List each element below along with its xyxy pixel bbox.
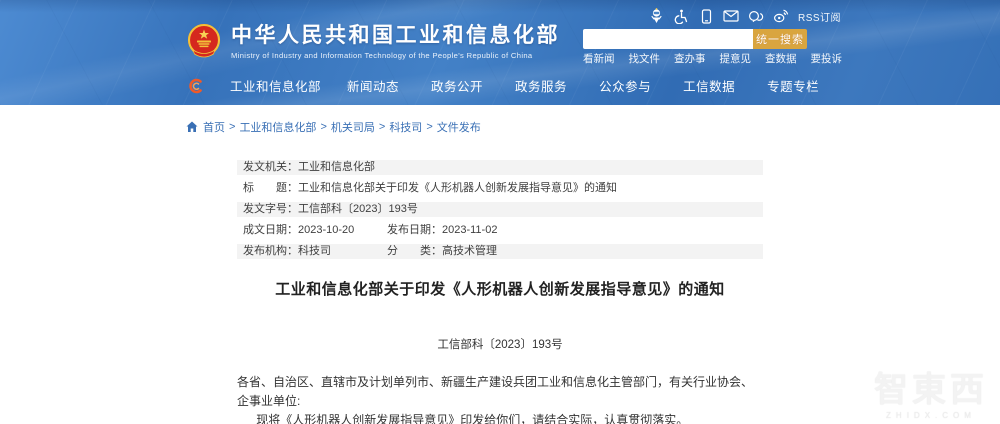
document-paragraph-main: 现将《人形机器人创新发展指导意见》印发给你们，请结合实际，认真贯彻落实。 xyxy=(256,413,689,424)
wechat-icon[interactable] xyxy=(748,8,764,24)
breadcrumb-document-release[interactable]: 文件发布 xyxy=(437,119,481,135)
quick-link-suggestions[interactable]: 提意见 xyxy=(720,51,752,66)
document-body: 各省、自治区、直辖市及计划单列市、新疆生产建设兵团工业和信息化主管部门，有关行业… xyxy=(237,373,763,424)
header-utility-icons: RSS订阅 xyxy=(648,8,841,24)
meta-label: 成文日期： xyxy=(243,224,298,236)
meta-row-issuing-authority: 发文机关：工业和信息化部 xyxy=(237,160,763,175)
meta-col2: 发布日期：2023-11-02 xyxy=(387,223,497,238)
nav-item-special-topics[interactable]: 专题专栏 xyxy=(767,76,819,95)
meta-value: 科技司 xyxy=(298,245,331,257)
meta-label: 分 类： xyxy=(387,245,442,257)
nav-item-public-participation[interactable]: 公众参与 xyxy=(599,76,651,95)
document-title: 工业和信息化部关于印发《人形机器人创新发展指导意见》的通知 xyxy=(275,281,725,298)
nav-item-gov-disclosure[interactable]: 政务公开 xyxy=(431,76,483,95)
site-brand: 中华人民共和国工业和信息化部 Ministry of Industry and … xyxy=(186,23,560,60)
site-title: 中华人民共和国工业和信息化部 xyxy=(231,23,560,47)
weibo-icon[interactable] xyxy=(773,8,789,24)
main-navigation: 工业和信息化部 新闻动态 政务公开 政务服务 公众参与 工信数据 专题专栏 xyxy=(188,76,819,95)
breadcrumb-miit[interactable]: 工业和信息化部 xyxy=(239,119,316,135)
document-number: 工信部科〔2023〕193号 xyxy=(437,339,563,351)
breadcrumb-separator: > xyxy=(320,121,327,133)
site-title-block: 中华人民共和国工业和信息化部 Ministry of Industry and … xyxy=(231,24,560,60)
meta-value: 工业和信息化部关于印发《人形机器人创新发展指导意见》的通知 xyxy=(298,182,617,194)
meta-value: 2023-11-02 xyxy=(442,224,498,236)
breadcrumb-science-dept[interactable]: 科技司 xyxy=(389,119,422,135)
watermark-text: 智東西 xyxy=(874,371,988,409)
breadcrumb-separator: > xyxy=(378,121,386,133)
rss-subscribe-link[interactable]: RSS订阅 xyxy=(798,9,841,24)
meta-row-publisher-category: 发布机构：科技司 分 类：高技术管理 xyxy=(237,244,763,259)
nav-item-miit-data[interactable]: 工信数据 xyxy=(683,76,735,95)
meta-row-doc-number: 发文字号：工信部科〔2023〕193号 xyxy=(237,202,763,217)
site-header-banner: RSS订阅 中华人民共和国工业和信息化部 Ministry of Industr… xyxy=(0,0,1000,105)
document-paragraph-salutation: 各省、自治区、直辖市及计划单列市、新疆生产建设兵团工业和信息化主管部门，有关行业… xyxy=(237,375,754,408)
zhidx-watermark: 智東西 ZHIDX.COM xyxy=(874,372,988,420)
accessibility-icon[interactable] xyxy=(673,8,689,24)
unified-search: 统一搜索 xyxy=(583,29,807,49)
watermark-subtext: ZHIDX.COM xyxy=(886,411,976,420)
nav-item-miit[interactable]: 工业和信息化部 xyxy=(230,76,321,95)
quick-link-complaints[interactable]: 要投诉 xyxy=(811,51,843,66)
meta-value: 高技术管理 xyxy=(442,245,497,257)
document-container: 发文机关：工业和信息化部 标 题：工业和信息化部关于印发《人形机器人创新发展指导… xyxy=(237,160,763,424)
meta-label: 标 题： xyxy=(243,182,298,194)
mail-icon[interactable] xyxy=(723,8,739,24)
meta-row-title: 标 题：工业和信息化部关于印发《人形机器人创新发展指导意见》的通知 xyxy=(237,181,763,196)
breadcrumb-home[interactable]: 首页 xyxy=(203,119,225,135)
nav-item-gov-services[interactable]: 政务服务 xyxy=(515,76,567,95)
breadcrumb: 首页 > 工业和信息化部 > 机关司局 > 科技司 > 文件发布 xyxy=(186,119,481,135)
national-emblem-logo xyxy=(186,23,222,60)
search-quick-links: 看新闻 找文件 查办事 提意见 查数据 要投诉 xyxy=(583,51,842,66)
meta-label: 发文机关： xyxy=(243,161,298,173)
home-icon[interactable] xyxy=(186,121,198,133)
meta-value: 工业和信息化部 xyxy=(298,161,375,173)
search-input[interactable] xyxy=(583,29,753,49)
breadcrumb-separator: > xyxy=(426,121,433,133)
breadcrumb-separator: > xyxy=(229,121,236,133)
nav-item-news[interactable]: 新闻动态 xyxy=(347,76,399,95)
quick-link-files[interactable]: 找文件 xyxy=(629,51,661,66)
breadcrumb-departments[interactable]: 机关司局 xyxy=(331,119,375,135)
meta-value: 工信部科〔2023〕193号 xyxy=(298,203,418,215)
site-subtitle: Ministry of Industry and Information Tec… xyxy=(231,50,533,60)
meta-label: 发布日期： xyxy=(387,224,442,236)
meta-value: 2023-10-20 xyxy=(298,224,355,236)
meta-row-dates: 成文日期：2023-10-20 发布日期：2023-11-02 xyxy=(237,223,763,238)
quick-link-news[interactable]: 看新闻 xyxy=(583,51,615,66)
meta-col2: 分 类：高技术管理 xyxy=(387,244,497,259)
meta-label: 发布机构： xyxy=(243,245,298,257)
meta-label: 发文字号： xyxy=(243,203,298,215)
miit-c-logo-icon xyxy=(188,78,203,94)
quick-link-services[interactable]: 查办事 xyxy=(674,51,706,66)
search-button[interactable]: 统一搜索 xyxy=(753,29,807,49)
mascot-icon[interactable] xyxy=(648,8,664,24)
mobile-icon[interactable] xyxy=(698,8,714,24)
quick-link-data[interactable]: 查数据 xyxy=(765,51,797,66)
